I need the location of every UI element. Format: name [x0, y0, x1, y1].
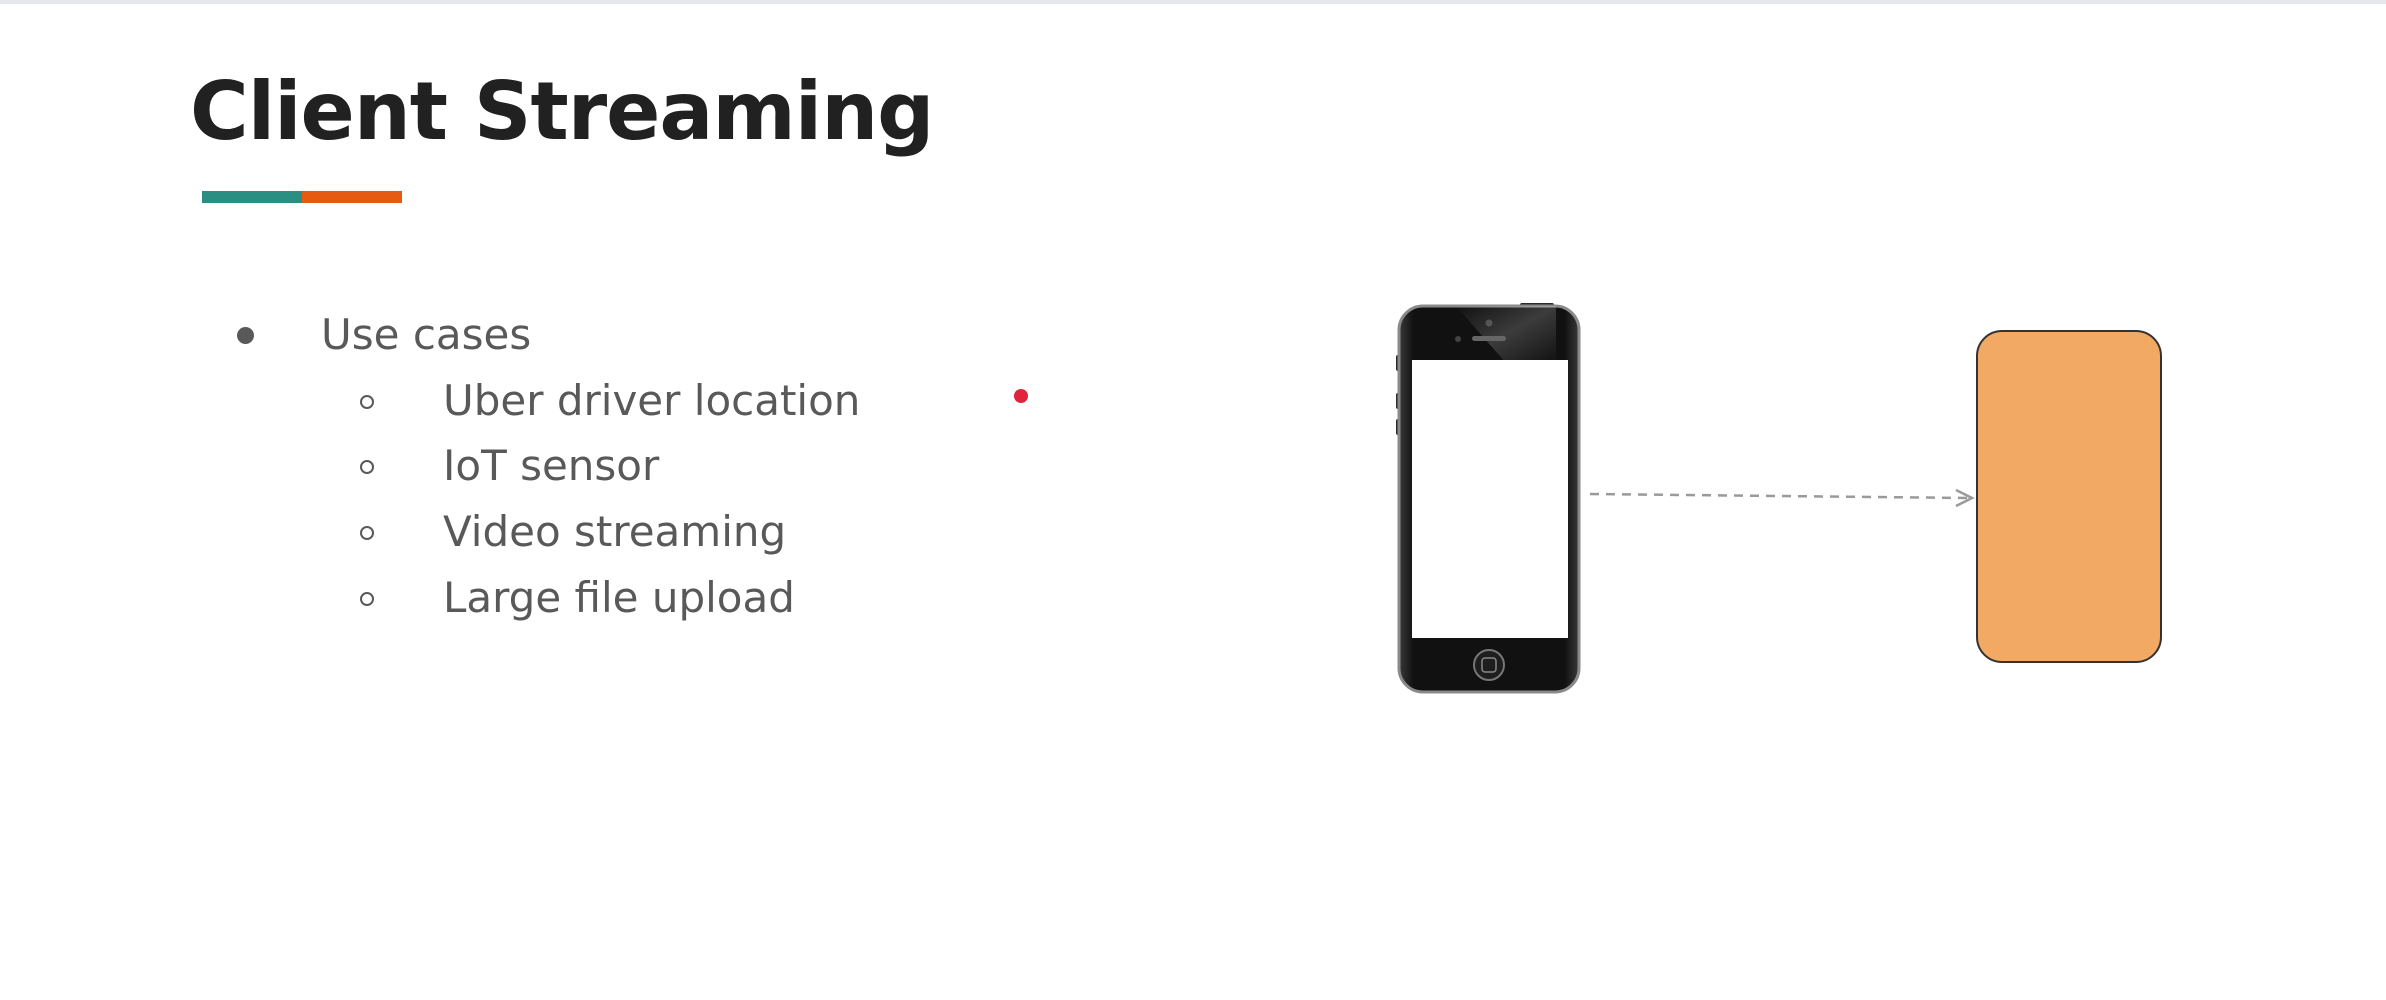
- title-accent-orange: [302, 191, 402, 203]
- slide: Client Streaming Use cases Uber driver l…: [0, 0, 2386, 1000]
- sub-bullet-circle-icon: [360, 526, 374, 540]
- sub-bullet-circle-icon: [360, 395, 374, 409]
- top-border: [0, 0, 2386, 4]
- bullet-use-cases: Use cases: [321, 310, 532, 359]
- sub-bullet-circle-icon: [360, 460, 374, 474]
- laser-pointer-dot: [1014, 389, 1028, 403]
- smartphone-icon: [1396, 303, 1581, 694]
- sub-bullet-item: Video streaming: [443, 507, 787, 556]
- sub-bullet-item: IoT sensor: [443, 441, 660, 490]
- sub-bullet-circle-icon: [360, 592, 374, 606]
- slide-title: Client Streaming: [190, 65, 934, 158]
- bullet-disc-icon: [237, 327, 254, 344]
- title-accent-teal: [202, 191, 302, 203]
- sub-bullet-item: Large file upload: [443, 573, 795, 622]
- server-box: [1976, 330, 2162, 663]
- dashed-arrow: [1589, 488, 1975, 508]
- sub-bullet-item: Uber driver location: [443, 376, 861, 425]
